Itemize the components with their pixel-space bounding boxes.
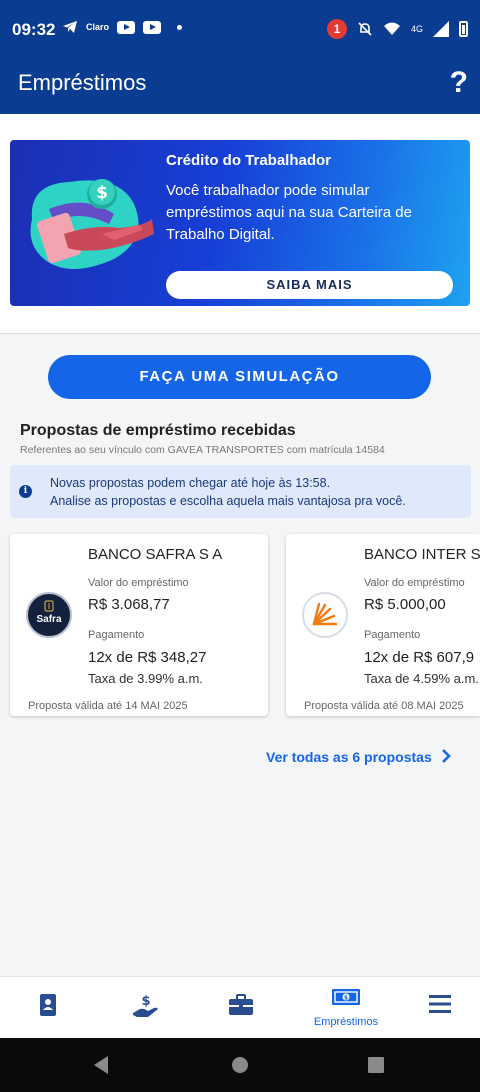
carrier-label: Claro [86, 22, 110, 32]
mute-icon [358, 22, 372, 36]
status-right-icons: 1 4G [326, 19, 468, 39]
money-hand-icon: $ [133, 994, 158, 1017]
rate-value: Taxa de 4.59% a.m. [364, 671, 479, 686]
notification-badge: 1 [326, 19, 347, 39]
nav-item-finance[interactable]: $ [96, 977, 192, 1039]
info-box: i Novas propostas podem chegar até hoje … [10, 465, 471, 518]
id-card-icon [40, 994, 56, 1016]
status-left-icons: Claro [62, 20, 183, 34]
info-icon: i [19, 485, 32, 498]
see-all-proposals-link[interactable]: Ver todas as 6 propostas [266, 749, 452, 765]
telegram-icon [63, 21, 77, 33]
nav-item-loans[interactable]: $ Empréstimos [298, 977, 394, 1039]
svg-text:$: $ [344, 995, 348, 1002]
payment-value: 12x de R$ 348,27 [88, 649, 207, 666]
amount-value: R$ 5.000,00 [364, 596, 446, 613]
more-dot-icon [177, 24, 183, 30]
credit-banner: $ Crédito do Trabalhador Você trabalhado… [10, 140, 470, 306]
info-line-1: Novas propostas podem chegar até hoje às… [50, 476, 331, 490]
amount-label: Valor do empréstimo [88, 577, 189, 589]
briefcase-icon [229, 994, 253, 1015]
bottom-navigation: $ $ Empréstimos [0, 976, 480, 1038]
status-time: 09:32 [12, 20, 56, 39]
payment-label: Pagamento [364, 629, 421, 641]
network-label: 4G [410, 24, 423, 34]
learn-more-button[interactable]: SAIBA MAIS [166, 271, 453, 299]
youtube-icon [117, 20, 136, 34]
signal-icon [433, 21, 449, 37]
safra-logo-icon: Safra [26, 592, 72, 638]
battery-icon [459, 21, 468, 37]
page-title: Empréstimos [18, 70, 147, 95]
proposals-subtitle: Referentes ao seu vínculo com GAVEA TRAN… [20, 444, 385, 456]
menu-icon [429, 995, 451, 1013]
amount-value: R$ 3.068,77 [88, 596, 170, 613]
banner-title: Crédito do Trabalhador [166, 152, 332, 169]
banner-text: Você trabalhador pode simular empréstimo… [166, 182, 412, 243]
nav-item-card[interactable] [0, 977, 96, 1039]
wifi-icon [383, 22, 400, 35]
nav-item-menu[interactable] [392, 977, 480, 1039]
youtube-icon [143, 20, 162, 34]
inter-logo-icon [302, 592, 348, 638]
see-all-label: Ver todas as 6 propostas [266, 749, 432, 765]
proposal-card-inter[interactable]: BANCO INTER S Valor do empréstimo R$ 5.0… [286, 534, 480, 716]
recents-icon[interactable] [367, 1056, 385, 1074]
banner-section: $ Crédito do Trabalhador Você trabalhado… [0, 114, 480, 334]
app-bar: Empréstimos ? [0, 60, 480, 114]
question-mark-icon[interactable]: ? [450, 66, 468, 100]
info-line-2: Analise as propostas e escolha aquela ma… [50, 494, 406, 508]
svg-text:$: $ [96, 183, 108, 203]
proposals-title: Propostas de empréstimo recebidas [20, 422, 296, 439]
rate-value: Taxa de 3.99% a.m. [88, 671, 203, 686]
amount-label: Valor do empréstimo [364, 577, 465, 589]
validity-text: Proposta válida até 08 MAI 2025 [304, 700, 464, 712]
payment-value: 12x de R$ 607,9 [364, 649, 475, 666]
svg-text:$: $ [141, 994, 150, 1009]
money-hand-illustration-icon: $ [30, 179, 154, 269]
bank-name: BANCO SAFRA S A [88, 546, 223, 563]
validity-text: Proposta válida até 14 MAI 2025 [28, 700, 188, 712]
bank-name: BANCO INTER S [364, 546, 480, 563]
safra-logo-text: Safra [36, 614, 62, 625]
proposal-card-safra[interactable]: BANCO SAFRA S A Safra Valor do empréstim… [10, 534, 268, 716]
nav-item-jobs[interactable] [192, 977, 288, 1039]
nav-label-loans: Empréstimos [313, 1016, 379, 1028]
banknote-icon: $ [332, 989, 360, 1005]
simulate-button[interactable]: FAÇA UMA SIMULAÇÃO [48, 355, 431, 399]
payment-label: Pagamento [88, 629, 145, 641]
home-icon[interactable] [231, 1056, 249, 1074]
chevron-right-icon [441, 749, 451, 763]
status-bar: 09:32 Claro 1 4G [0, 0, 480, 60]
system-navigation-bar [0, 1038, 480, 1092]
back-icon[interactable] [92, 1055, 112, 1075]
